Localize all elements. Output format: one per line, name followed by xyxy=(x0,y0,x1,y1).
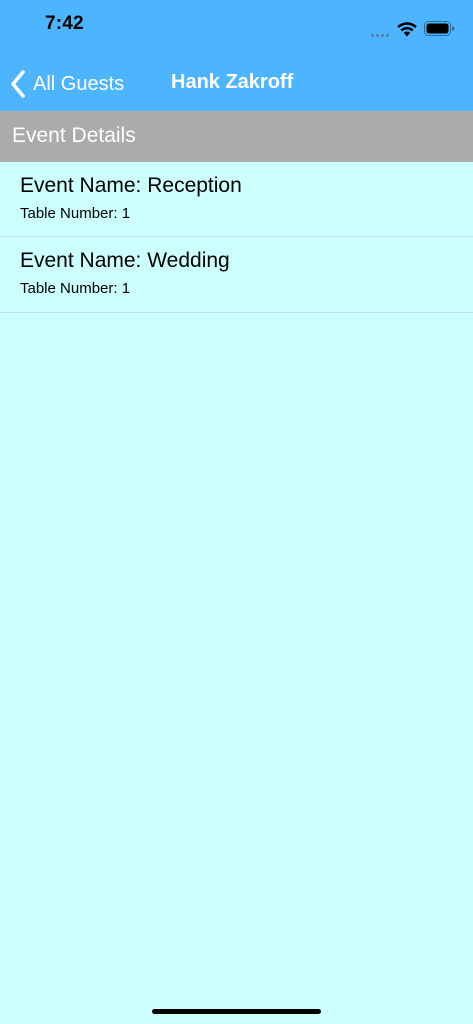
cellular-signal-icon xyxy=(371,31,391,37)
status-time: 7:42 xyxy=(45,13,84,34)
home-indicator[interactable] xyxy=(152,1009,321,1014)
wifi-icon xyxy=(397,22,417,37)
event-name: Event Name: Reception xyxy=(20,174,242,197)
event-name: Event Name: Wedding xyxy=(20,249,230,272)
list-item[interactable]: Event Name: Reception Table Number: 1 xyxy=(0,162,473,237)
table-number: Table Number: 1 xyxy=(20,205,131,222)
page-title: Hank Zakroff xyxy=(171,71,294,93)
section-header-label: Event Details xyxy=(12,124,136,147)
battery-icon xyxy=(424,21,455,36)
table-number: Table Number: 1 xyxy=(20,280,131,297)
back-button[interactable]: All Guests xyxy=(10,67,124,101)
section-header: Event Details xyxy=(0,111,473,162)
list-item[interactable]: Event Name: Wedding Table Number: 1 xyxy=(0,237,473,313)
navigation-bar: 7:42 All Guests Hank Zakroff xyxy=(0,0,473,111)
event-list: Event Name: Reception Table Number: 1 Ev… xyxy=(0,162,473,313)
chevron-left-icon xyxy=(11,70,25,98)
back-button-label: All Guests xyxy=(33,72,125,95)
